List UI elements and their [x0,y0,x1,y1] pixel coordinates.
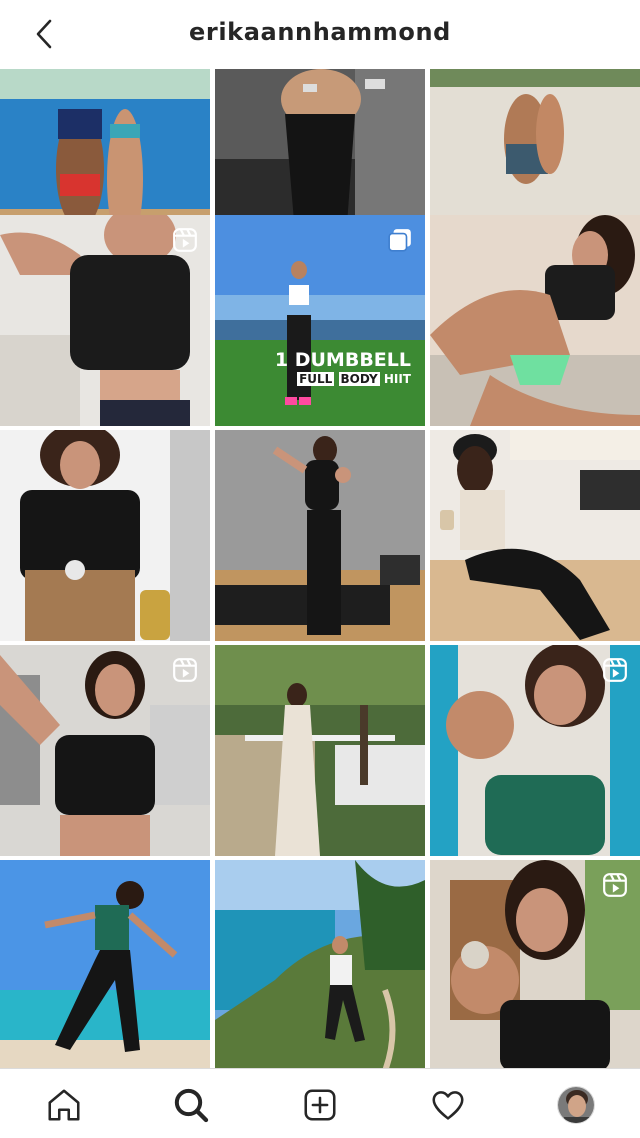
post-overlay-text: 1 DUMBBELL FULL BODY HIIT [274,349,411,386]
cliff-view-photo [215,860,425,1068]
post-thumbnail-13[interactable] [0,860,210,1068]
post-thumbnail-7[interactable] [0,430,210,641]
tab-home[interactable] [42,1083,86,1127]
reel-icon [173,658,197,682]
bottom-tab-bar [0,1068,640,1138]
overlay-word-body: BODY [338,372,380,386]
post-thumbnail-9[interactable] [430,430,640,641]
post-thumbnail-12[interactable] [430,645,640,856]
beach-lunge-photo [0,860,210,1068]
tequila-kitchen-photo [0,430,210,641]
post-thumbnail-6[interactable] [430,215,640,426]
post-thumbnail-5[interactable]: 1 DUMBBELL FULL BODY HIIT [215,215,425,426]
carousel-icon [388,229,411,252]
overlay-word-hiit: HIIT [383,372,411,386]
reel-icon [173,228,197,252]
reel-icon [603,873,627,897]
new-post-icon [304,1089,336,1121]
posts-grid: 1 DUMBBELL FULL BODY HIIT [0,69,640,1068]
reel-icon [603,658,627,682]
post-thumbnail-11[interactable] [215,645,425,856]
tab-activity[interactable] [426,1083,470,1127]
heart-icon [432,1091,464,1120]
overlay-word-full: FULL [297,372,335,386]
post-thumbnail-4[interactable] [0,215,210,426]
floor-selfie-photo [430,430,640,641]
profile-header: erikaannhammond [0,0,640,68]
beach-bikini-photo [430,215,640,426]
post-thumbnail-8[interactable] [215,430,425,641]
profile-username: erikaannhammond [189,18,451,46]
search-icon [174,1088,209,1123]
tab-profile[interactable] [554,1083,598,1127]
profile-avatar [557,1086,595,1124]
home-icon [48,1089,80,1121]
home-workout-photo [215,430,425,641]
post-thumbnail-15[interactable] [430,860,640,1068]
post-thumbnail-10[interactable] [0,645,210,856]
post-thumbnail-14[interactable] [215,860,425,1068]
tab-new-post[interactable] [298,1083,342,1127]
overlay-line-1: 1 DUMBBELL [274,349,411,371]
white-dress-stairs-photo [215,645,425,856]
tab-search[interactable] [169,1083,213,1127]
